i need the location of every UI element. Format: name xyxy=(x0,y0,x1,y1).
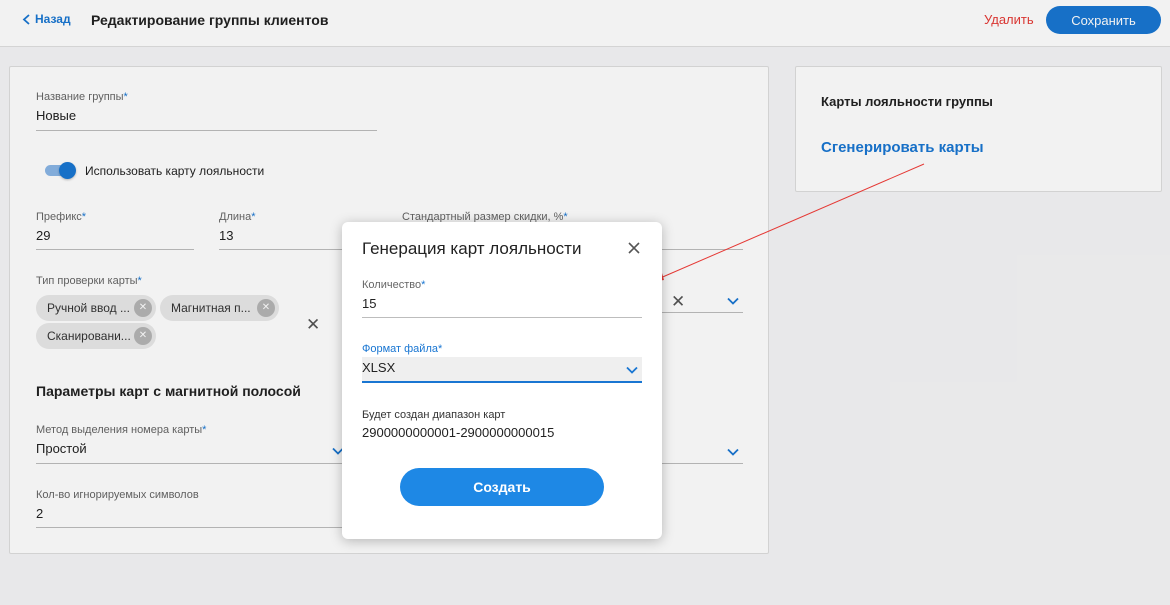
quantity-label: Количество xyxy=(362,279,422,291)
dialog-title: Генерация карт лояльности xyxy=(362,239,582,258)
required-mark: * xyxy=(421,279,426,291)
generate-cards-dialog: Генерация карт лояльности Количество* 15… xyxy=(342,222,662,539)
range-label: Будет создан диапазон карт xyxy=(362,409,506,421)
range-value: 2900000000001-2900000000015 xyxy=(362,425,555,440)
file-format-value: XLSX xyxy=(362,360,396,375)
quantity-value: 15 xyxy=(362,296,377,311)
file-format-select[interactable]: Формат файла* XLSX xyxy=(362,343,642,383)
create-button[interactable]: Создать xyxy=(400,468,604,506)
required-mark: * xyxy=(437,343,443,355)
chevron-down-icon xyxy=(626,366,638,374)
file-format-dropdown[interactable]: XLSX xyxy=(362,357,642,383)
quantity-field[interactable]: Количество* 15 xyxy=(362,279,642,318)
field-underline xyxy=(362,317,642,318)
file-format-label: Формат файла xyxy=(362,343,438,355)
close-icon[interactable] xyxy=(627,241,641,255)
